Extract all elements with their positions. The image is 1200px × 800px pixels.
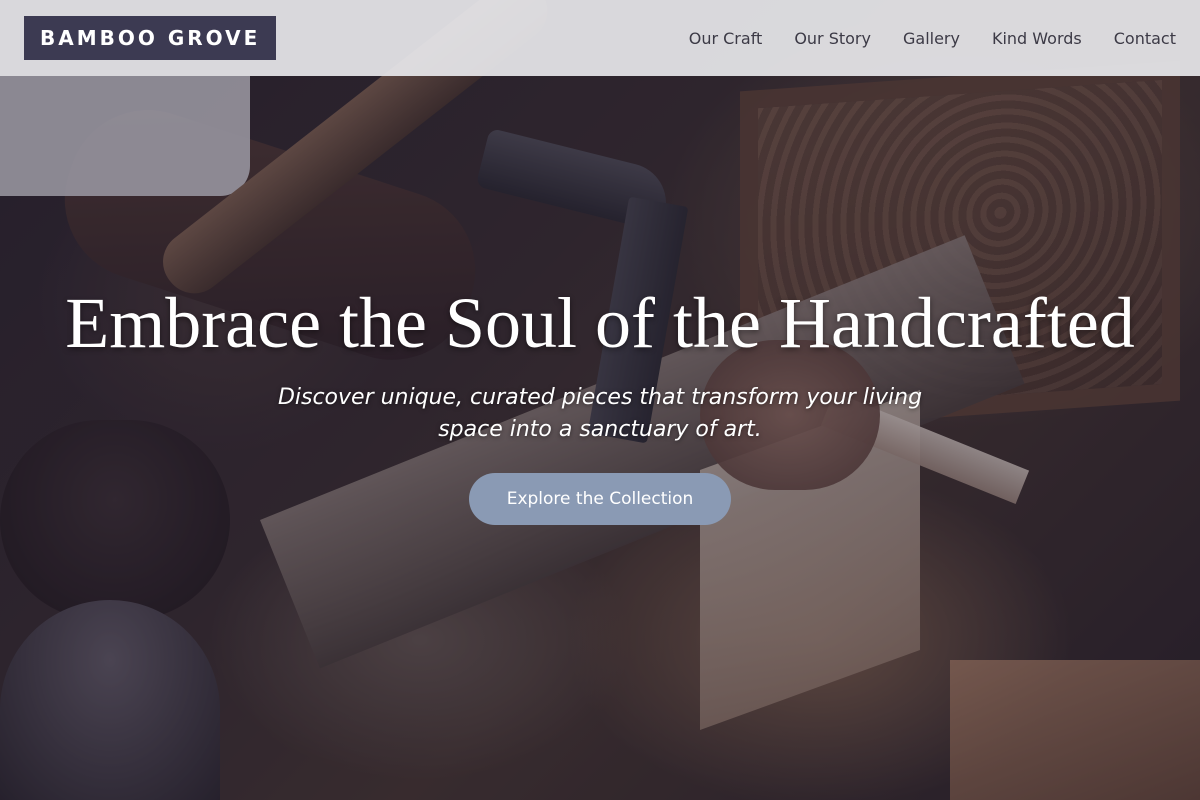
nav-link-our-story[interactable]: Our Story — [794, 29, 871, 48]
nav-link-kind-words[interactable]: Kind Words — [992, 29, 1082, 48]
site-header: BAMBOO GROVE Our Craft Our Story Gallery… — [0, 0, 1200, 76]
hero-subtitle: Discover unique, curated pieces that tra… — [277, 385, 923, 442]
explore-collection-button[interactable]: Explore the Collection — [469, 473, 731, 525]
nav-link-our-craft[interactable]: Our Craft — [689, 29, 763, 48]
nav-link-contact[interactable]: Contact — [1114, 29, 1176, 48]
main-nav: Our Craft Our Story Gallery Kind Words C… — [689, 29, 1176, 48]
hero-title: Embrace the Soul of the Handcrafted — [65, 283, 1135, 363]
hero-content: Embrace the Soul of the Handcrafted Disc… — [0, 0, 1200, 800]
nav-link-gallery[interactable]: Gallery — [903, 29, 960, 48]
site-logo[interactable]: BAMBOO GROVE — [24, 16, 277, 60]
